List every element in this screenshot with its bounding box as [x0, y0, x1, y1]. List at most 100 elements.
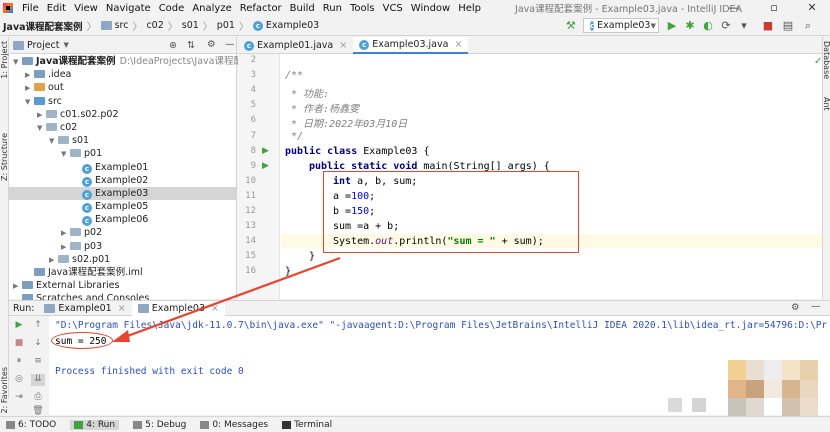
project-panel-title[interactable]: Project	[27, 40, 60, 51]
breadcrumb-s01[interactable]: s01	[182, 20, 199, 31]
tree-item[interactable]: ▶ .idea	[9, 68, 236, 81]
terminal-tool-button[interactable]: Terminal	[282, 420, 332, 430]
breadcrumb-project[interactable]: Java课程配套案例	[3, 19, 83, 33]
gutter-run-icon[interactable]: ▶	[262, 161, 269, 171]
menu-navigate[interactable]: Navigate	[102, 3, 155, 14]
restore-layout-icon[interactable]: ⇥	[12, 392, 26, 404]
line-number: 5	[250, 100, 256, 111]
breadcrumb-src[interactable]: src	[115, 20, 129, 31]
tree-item[interactable]: ▼ Java课程配套案例 D:\IdeaProjects\Java课程配套案例	[9, 55, 272, 68]
menu-edit[interactable]: Edit	[43, 3, 70, 14]
ant-tool-tab[interactable]: Ant	[822, 97, 830, 111]
tree-item[interactable]: ▶ p02	[9, 226, 236, 239]
collapse-all-icon[interactable]: ⇅	[187, 40, 195, 51]
terminal-icon	[282, 420, 292, 429]
menu-view[interactable]: View	[70, 3, 102, 14]
maximize-icon[interactable]: ▫	[754, 0, 794, 16]
annotation-arrow	[112, 256, 341, 342]
debug-tool-button[interactable]: 5: Debug	[133, 420, 186, 430]
coverage-icon[interactable]: ◐	[700, 19, 716, 32]
tree-item[interactable]: ▼ src	[9, 95, 236, 108]
dump-threads-icon[interactable]: ◎	[12, 374, 26, 386]
tree-item[interactable]: ▼ s01	[9, 134, 236, 147]
tree-item[interactable]: c Example06	[9, 213, 236, 227]
stop-icon[interactable]: ■	[760, 19, 776, 32]
code-line: public class Example03 {	[285, 146, 430, 157]
class-icon: c	[82, 189, 92, 200]
tree-item[interactable]: c Example01	[9, 161, 236, 174]
line-number: 12	[245, 206, 256, 216]
tree-item[interactable]: c Example02	[9, 174, 236, 187]
todo-tool-button[interactable]: 6: TODO	[6, 420, 56, 430]
build-hammer-icon[interactable]: ⚒	[566, 19, 576, 32]
scroll-down-icon[interactable]: ↓	[31, 338, 45, 350]
scroll-up-icon[interactable]: ↑	[31, 320, 45, 332]
hide-panel-icon[interactable]: —	[225, 39, 235, 50]
tree-item[interactable]: ▼ p01	[9, 147, 236, 160]
profile-icon[interactable]: ⟳	[718, 19, 734, 32]
code-token: * 日期:2022年03月10日	[285, 119, 408, 131]
print-icon[interactable]: ⎙	[31, 392, 45, 404]
close-tab-icon[interactable]: ×	[339, 40, 347, 51]
menu-run[interactable]: Run	[319, 3, 346, 14]
menu-analyze[interactable]: Analyze	[188, 3, 235, 14]
menu-window[interactable]: Window	[407, 3, 454, 14]
close-icon[interactable]: ✕	[792, 0, 830, 16]
tree-item-label: out	[48, 82, 64, 94]
package-icon	[70, 228, 81, 237]
line-number: 4	[250, 85, 256, 96]
run-tool-button[interactable]: 4: Run	[70, 419, 120, 430]
breadcrumb-c02[interactable]: c02	[146, 20, 163, 31]
tab-example01[interactable]: c Example01.java ×	[238, 37, 353, 54]
gear-icon[interactable]: ⚙	[207, 39, 216, 50]
soft-wrap-icon[interactable]: ≡	[31, 356, 45, 368]
rerun-icon[interactable]: ▶	[12, 320, 26, 332]
close-tab-icon[interactable]: ×	[454, 39, 462, 50]
attach-icon[interactable]: ▾	[736, 19, 752, 32]
tree-item-label: Example01	[95, 161, 149, 173]
navigation-bar: Java课程配套案例 〉 src 〉 c02 〉 s01 〉 p01 〉 c E…	[0, 16, 830, 36]
tree-item[interactable]: ▶ out	[9, 81, 236, 94]
menu-build[interactable]: Build	[286, 3, 319, 14]
stop-icon[interactable]: ■	[12, 338, 26, 350]
favorites-tool-tab[interactable]: 2: Favorites	[0, 367, 9, 413]
breadcrumb-separator: 〉	[132, 22, 143, 33]
gutter-run-icon[interactable]: ▶	[262, 146, 269, 156]
project-tool-tab[interactable]: 1: Project	[0, 41, 9, 79]
tree-item[interactable]: ▶ c01.s02.p02	[9, 108, 236, 121]
menu-refactor[interactable]: Refactor	[236, 3, 286, 14]
messages-tool-button[interactable]: 0: Messages	[200, 420, 268, 430]
chevron-down-icon[interactable]: ▼	[64, 41, 69, 49]
hide-panel-icon[interactable]: —	[811, 301, 821, 312]
pause-icon[interactable]: ⏸	[12, 356, 26, 368]
run-configuration-select[interactable]: c Example03 ▼	[583, 18, 659, 33]
tree-item[interactable]: ▼ c02	[9, 121, 236, 134]
line-number: 13	[245, 221, 256, 232]
debug-icon	[133, 420, 143, 429]
intellij-logo-icon	[3, 3, 13, 13]
locate-icon[interactable]: ⊕	[169, 40, 177, 51]
menu-help[interactable]: Help	[454, 3, 485, 14]
tree-item[interactable]: c Example05	[9, 200, 236, 214]
class-icon: c	[252, 20, 263, 31]
tree-item[interactable]: c Example03	[9, 186, 236, 201]
code-token: public class	[285, 145, 358, 157]
gear-icon[interactable]: ⚙	[791, 302, 800, 313]
structure-tool-tab[interactable]: Z: Structure	[0, 133, 9, 181]
project-structure-icon[interactable]: ▤	[780, 19, 796, 32]
database-tool-tab[interactable]: Database	[822, 41, 830, 79]
menu-code[interactable]: Code	[155, 3, 189, 14]
debug-icon[interactable]: ✱	[682, 19, 698, 32]
run-icon[interactable]: ▶	[664, 19, 680, 32]
scroll-to-end-icon[interactable]: ⇊	[31, 374, 45, 386]
menu-tools[interactable]: Tools	[346, 3, 379, 14]
minimize-icon[interactable]: —	[714, 0, 754, 16]
search-icon[interactable]: ⌕	[800, 19, 816, 33]
file-icon	[34, 268, 45, 276]
breadcrumb-example03[interactable]: Example03	[266, 20, 319, 31]
menu-file[interactable]: File	[18, 3, 43, 14]
breadcrumb-p01[interactable]: p01	[217, 20, 235, 31]
tab-example03[interactable]: c Example03.java ×	[353, 37, 469, 54]
menu-vcs[interactable]: VCS	[379, 3, 407, 14]
code-token: * 功能:	[285, 89, 330, 101]
